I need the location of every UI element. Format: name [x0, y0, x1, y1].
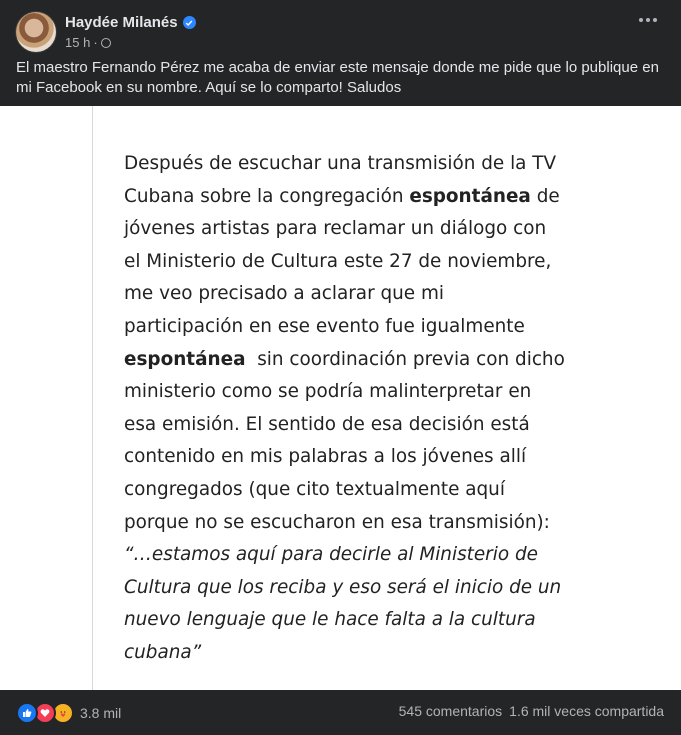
image-text-line: me veo precisado a aclarar que mi	[124, 283, 444, 305]
image-quote-line: cubana”	[124, 641, 202, 663]
time-separator: ·	[93, 34, 98, 50]
image-quote-line: Cultura que los reciba y eso será el ini…	[124, 576, 562, 598]
post-meta: Haydée Milanés 15 h ·	[65, 14, 196, 51]
image-text-line: Después de escuchar una transmisión de l…	[124, 153, 557, 174]
image-message-text: Después de escuchar una transmisión de l…	[124, 148, 565, 670]
image-text-line: el Ministerio de Cultura este 27 de novi…	[124, 250, 552, 272]
image-text-line: jóvenes artistas para reclamar un diálog…	[124, 218, 547, 240]
shares-count[interactable]: 1.6 mil veces compartida	[509, 703, 664, 719]
post-text-line: mi Facebook en su nombre. Aquí se lo com…	[16, 79, 402, 96]
post-image[interactable]: Después de escuchar una transmisión de l…	[0, 106, 681, 690]
post-time[interactable]: 15 h	[65, 35, 90, 51]
globe-icon	[100, 37, 111, 48]
author-row: Haydée Milanés	[65, 14, 196, 32]
reactions-summary[interactable]: 3.8 mil	[16, 702, 121, 724]
image-text-line: ministerio como se podría malinterpretar…	[124, 381, 532, 403]
time-row: 15 h ·	[65, 35, 196, 51]
like-icon	[16, 702, 38, 724]
image-text-line: contenido en mis palabras a los jóvenes …	[124, 446, 527, 468]
image-text-line: Cubana sobre la congregación espontánea …	[124, 185, 560, 207]
avatar[interactable]	[16, 12, 56, 52]
image-quote-line: nuevo lenguaje que le hace falta a la cu…	[124, 609, 536, 631]
image-text-line: porque no se escucharon en esa transmisi…	[124, 511, 550, 533]
post-text: El maestro Fernando Pérez me acaba de en…	[16, 58, 666, 98]
image-quote-line: “…estamos aquí para decirle al Ministeri…	[124, 544, 538, 566]
verified-badge-icon	[182, 16, 196, 29]
image-text-line: congregados (que cito textualmente aquí	[124, 478, 505, 500]
post-footer: 3.8 mil 545 comentarios 1.6 mil veces co…	[0, 690, 681, 735]
reaction-count[interactable]: 3.8 mil	[80, 705, 121, 721]
author-name[interactable]: Haydée Milanés	[65, 14, 178, 32]
image-text-line: esa emisión. El sentido de esa decisión …	[124, 413, 530, 435]
engagement-stats: 545 comentarios 1.6 mil veces compartida	[399, 703, 664, 719]
post-text-line: El maestro Fernando Pérez me acaba de en…	[16, 59, 659, 76]
post-header: Haydée Milanés 15 h ·	[16, 10, 196, 54]
image-margin-line	[92, 106, 93, 690]
comments-count[interactable]: 545 comentarios	[399, 703, 503, 719]
more-options-icon[interactable]	[639, 18, 657, 22]
image-text-line: participación en ese evento fue igualmen…	[124, 315, 525, 337]
image-text-line: espontánea sin coordinación previa con d…	[124, 348, 565, 370]
